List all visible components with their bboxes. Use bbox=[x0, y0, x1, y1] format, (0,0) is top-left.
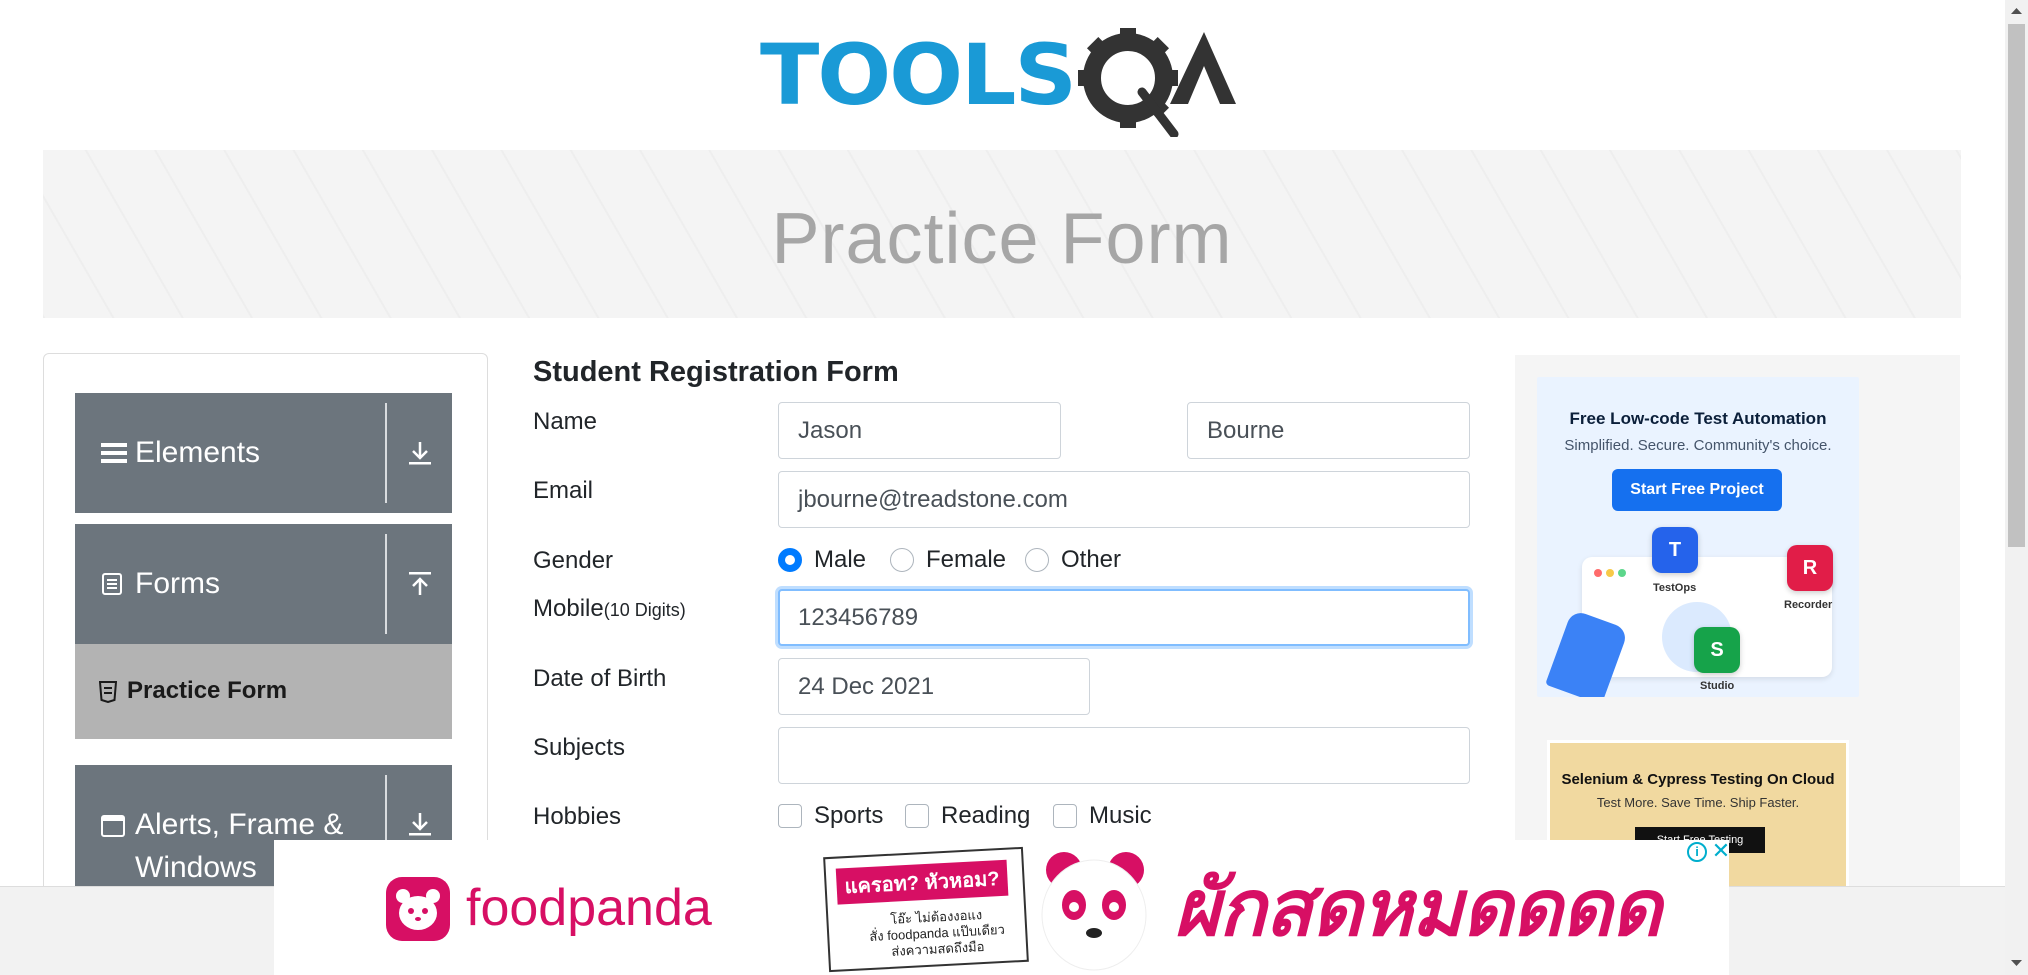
ad-column: Free Low-code Test Automation Simplified… bbox=[1515, 355, 1960, 915]
ad-tag: Recorder bbox=[1784, 599, 1833, 611]
hobby-sports-checkbox[interactable]: Sports bbox=[778, 802, 883, 830]
download-arrow-icon[interactable] bbox=[405, 393, 435, 513]
window-icon bbox=[101, 815, 127, 837]
subjects-input[interactable] bbox=[778, 727, 1470, 784]
ad-headline: ผักสดหมดดดด bbox=[1174, 864, 1662, 952]
email-label: Email bbox=[533, 477, 594, 504]
checkbox[interactable] bbox=[905, 804, 929, 828]
hobbies-label: Hobbies bbox=[533, 803, 622, 830]
checkbox-label: Music bbox=[1089, 802, 1152, 829]
date-of-birth-input[interactable]: 24 Dec 2021 bbox=[778, 658, 1090, 715]
sticker-headline: แครอท? หัวหอม? bbox=[835, 859, 1009, 905]
sidebar-group-forms[interactable]: Forms bbox=[75, 524, 452, 644]
checkbox-label: Sports bbox=[814, 802, 884, 829]
radio-button[interactable] bbox=[890, 548, 914, 572]
hobby-music-checkbox[interactable]: Music bbox=[1053, 802, 1152, 830]
ad-tag: TestOps bbox=[1653, 582, 1697, 594]
ad-subtitle: Simplified. Secure. Community's choice. bbox=[1564, 437, 1832, 454]
testops-icon: T bbox=[1652, 527, 1698, 573]
gender-label: Gender bbox=[533, 547, 614, 574]
radio-button[interactable] bbox=[778, 548, 802, 572]
radio-label: Other bbox=[1061, 546, 1122, 573]
upload-arrow-icon[interactable] bbox=[405, 524, 435, 644]
gender-male-radio[interactable]: Male bbox=[778, 546, 866, 574]
toolsqa-logo[interactable]: TOOLS bbox=[760, 22, 1250, 137]
name-label: Name bbox=[533, 408, 598, 435]
email-input[interactable]: jbourne@treadstone.com bbox=[778, 471, 1470, 528]
start-free-project-button[interactable]: Start Free Project bbox=[1612, 469, 1782, 511]
scrollbar-thumb[interactable] bbox=[2008, 24, 2025, 547]
html5-icon bbox=[98, 681, 118, 704]
hobby-reading-checkbox[interactable]: Reading bbox=[905, 802, 1030, 830]
last-name-input[interactable]: Bourne bbox=[1187, 402, 1470, 459]
gender-female-radio[interactable]: Female bbox=[890, 546, 1006, 574]
foodpanda-ad[interactable]: foodpanda แครอท? หัวหอม? โอ๊ะ ไม่ต้องงอแ… bbox=[274, 840, 1729, 975]
sidebar-item-label: Practice Form bbox=[127, 677, 288, 704]
studio-icon: S bbox=[1694, 627, 1740, 673]
sidebar-group-elements[interactable]: Elements bbox=[75, 393, 452, 513]
mobile-label-text: Mobile bbox=[533, 595, 604, 622]
panda-mascot bbox=[1041, 852, 1147, 971]
document-icon bbox=[101, 524, 127, 644]
page-title: Practice Form bbox=[771, 199, 1233, 279]
radio-label: Male bbox=[814, 546, 867, 573]
recorder-icon: R bbox=[1787, 545, 1833, 591]
sidebar-group-label: Forms bbox=[135, 567, 220, 600]
divider bbox=[385, 403, 387, 503]
ad-title: Free Low-code Test Automation bbox=[1569, 409, 1827, 428]
ad-info-icon[interactable]: i bbox=[1687, 842, 1707, 862]
scroll-up-arrow-icon[interactable] bbox=[2005, 0, 2028, 22]
ad-close-icon[interactable]: ✕ bbox=[1711, 840, 1729, 862]
sidebar-item-practice-form[interactable]: Practice Form bbox=[75, 644, 452, 739]
gear-icon bbox=[1078, 28, 1179, 137]
checkbox[interactable] bbox=[1053, 804, 1077, 828]
ad-sticker: แครอท? หัวหอม? โอ๊ะ ไม่ต้องงอแง สั่ง foo… bbox=[823, 846, 1029, 973]
logo-a-shape bbox=[1170, 32, 1236, 104]
scroll-down-arrow-icon[interactable] bbox=[2005, 952, 2028, 974]
page-scrollbar[interactable] bbox=[2005, 0, 2028, 975]
foodpanda-logo-icon bbox=[386, 877, 450, 941]
gender-other-radio[interactable]: Other bbox=[1025, 546, 1121, 574]
mobile-label: Mobile(10 Digits) bbox=[533, 595, 686, 623]
first-name-input[interactable]: Jason bbox=[778, 402, 1061, 459]
radio-button[interactable] bbox=[1025, 548, 1049, 572]
page-banner: Practice Form bbox=[43, 150, 1961, 318]
ad-tag: Studio bbox=[1700, 680, 1735, 692]
subjects-label: Subjects bbox=[533, 734, 626, 761]
dob-label: Date of Birth bbox=[533, 665, 667, 692]
divider bbox=[385, 534, 387, 634]
form-title: Student Registration Form bbox=[533, 356, 899, 388]
hamburger-icon bbox=[101, 393, 127, 513]
checkbox-label: Reading bbox=[941, 802, 1031, 829]
mobile-hint: (10 Digits) bbox=[603, 600, 686, 620]
mobile-input[interactable]: 123456789 bbox=[778, 589, 1470, 646]
ad-title: Selenium & Cypress Testing On Cloud bbox=[1561, 771, 1835, 788]
radio-label: Female bbox=[926, 546, 1007, 573]
sticker-body: โอ๊ะ ไม่ต้องงอแง สั่ง foodpanda แป๊บเดีย… bbox=[868, 907, 1006, 959]
logo-tools-text: TOOLS bbox=[760, 26, 1075, 124]
foodpanda-brand: foodpanda bbox=[466, 879, 712, 937]
sidebar-group-label: Elements bbox=[135, 436, 261, 469]
download-arrow-icon[interactable] bbox=[405, 811, 435, 837]
checkbox[interactable] bbox=[778, 804, 802, 828]
katalon-ad[interactable]: Free Low-code Test Automation Simplified… bbox=[1537, 377, 1859, 697]
ad-subtitle: Test More. Save Time. Ship Faster. bbox=[1596, 795, 1800, 810]
